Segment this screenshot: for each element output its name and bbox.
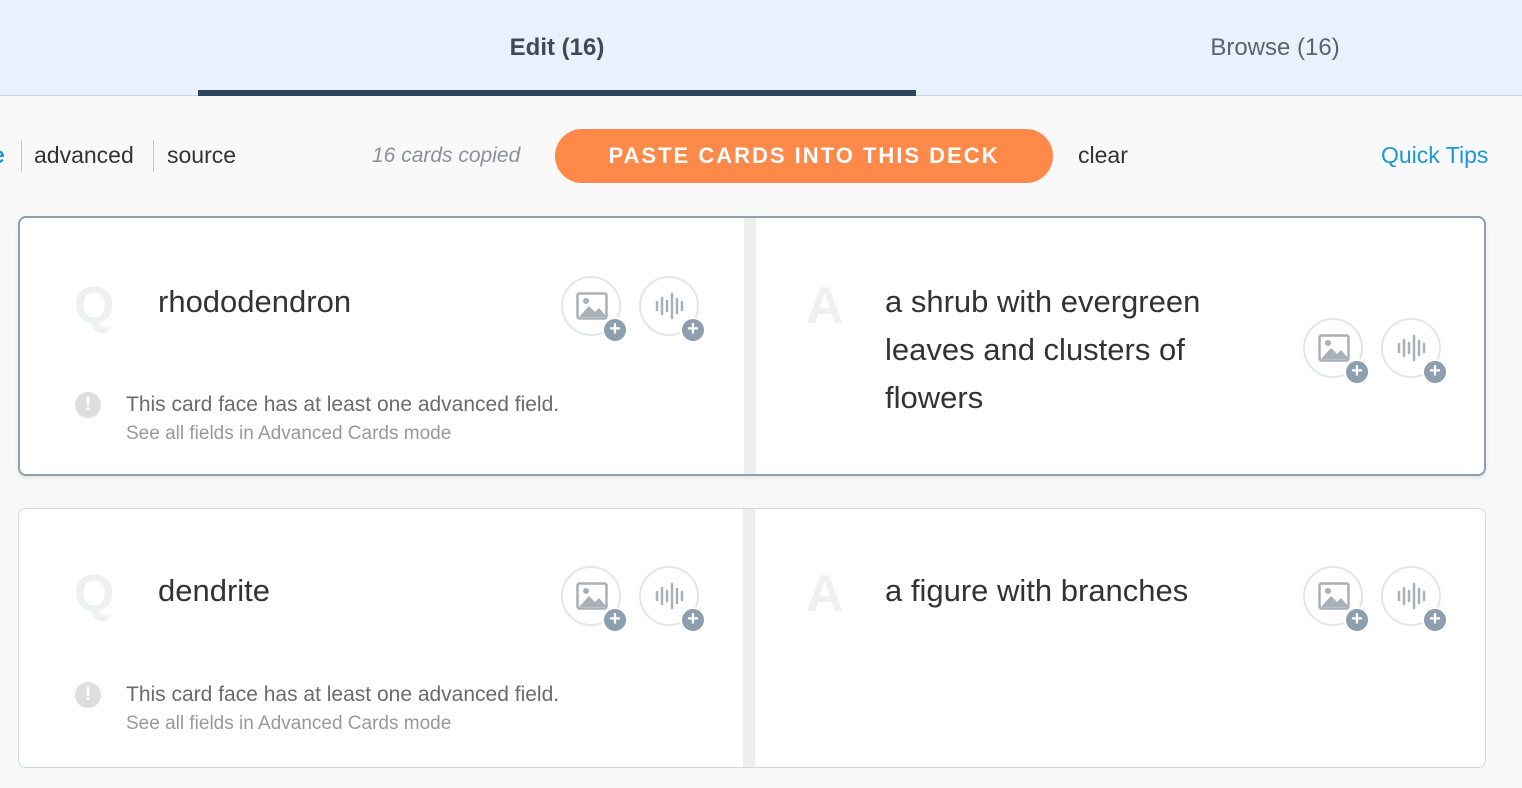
clear-link[interactable]: clear: [1078, 142, 1128, 169]
mode-separator: [153, 140, 154, 172]
warning-icon: !: [75, 682, 101, 708]
question-text[interactable]: dendrite: [158, 567, 270, 615]
audio-add-icon: [1397, 334, 1426, 362]
image-add-icon: [576, 582, 608, 610]
plus-icon: +: [1344, 607, 1370, 633]
plus-icon: +: [680, 317, 706, 343]
mode-separator: [21, 140, 22, 172]
quick-tips-link[interactable]: Quick Tips: [1381, 142, 1488, 169]
advanced-mode-hint: See all fields in Advanced Cards mode: [126, 423, 452, 444]
plus-icon: +: [1344, 359, 1370, 385]
question-face-label: Q: [74, 277, 115, 335]
answer-text[interactable]: a shrub with evergreen leaves and cluste…: [885, 278, 1200, 422]
card-divider: [743, 509, 755, 767]
tab-browse[interactable]: Browse (16): [1028, 0, 1522, 95]
add-audio-button[interactable]: +: [1381, 318, 1448, 385]
add-image-button[interactable]: +: [561, 276, 628, 343]
advanced-field-warning: This card face has at least one advanced…: [126, 393, 560, 416]
question-face-label: Q: [74, 565, 115, 623]
add-image-button[interactable]: +: [1303, 566, 1370, 633]
card-2[interactable]: Q dendrite + + ! This card face has at l…: [18, 508, 1486, 768]
plus-icon: +: [1422, 359, 1448, 385]
image-add-icon: [1318, 582, 1350, 610]
cards-copied-status: 16 cards copied: [372, 144, 521, 167]
plus-icon: +: [602, 607, 628, 633]
card-1[interactable]: Q rhododendron + + ! This card face has …: [18, 216, 1486, 476]
plus-icon: +: [602, 317, 628, 343]
audio-add-icon: [1397, 582, 1426, 610]
add-image-button[interactable]: +: [561, 566, 628, 633]
card-divider: [744, 218, 756, 474]
answer-line: flowers: [885, 380, 984, 415]
paste-cards-button[interactable]: PASTE CARDS INTO THIS DECK: [555, 129, 1053, 183]
question-text[interactable]: rhododendron: [158, 278, 351, 326]
answer-text[interactable]: a figure with branches: [885, 567, 1188, 615]
mode-link-source[interactable]: source: [167, 142, 236, 169]
answer-face-label: A: [806, 565, 844, 623]
advanced-mode-hint: See all fields in Advanced Cards mode: [126, 713, 452, 734]
plus-icon: +: [1422, 607, 1448, 633]
answer-line: leaves and clusters of: [885, 332, 1185, 367]
warning-icon: !: [75, 392, 101, 418]
add-audio-button[interactable]: +: [1381, 566, 1448, 633]
image-add-icon: [1318, 334, 1350, 362]
audio-add-icon: [655, 292, 684, 320]
advanced-field-warning: This card face has at least one advanced…: [126, 683, 560, 706]
add-image-button[interactable]: +: [1303, 318, 1370, 385]
tab-bar: Edit (16) Browse (16): [0, 0, 1522, 96]
mode-link-simple[interactable]: e: [0, 142, 5, 169]
image-add-icon: [576, 292, 608, 320]
tab-edit[interactable]: Edit (16): [198, 0, 916, 96]
answer-face-label: A: [806, 277, 844, 335]
plus-icon: +: [680, 607, 706, 633]
add-audio-button[interactable]: +: [639, 566, 706, 633]
answer-line: a figure with branches: [885, 573, 1189, 608]
answer-line: a shrub with evergreen: [885, 284, 1201, 319]
add-audio-button[interactable]: +: [639, 276, 706, 343]
editor-toolbar: e advanced source 16 cards copied PASTE …: [0, 128, 1522, 184]
mode-link-advanced[interactable]: advanced: [34, 142, 134, 169]
audio-add-icon: [655, 582, 684, 610]
